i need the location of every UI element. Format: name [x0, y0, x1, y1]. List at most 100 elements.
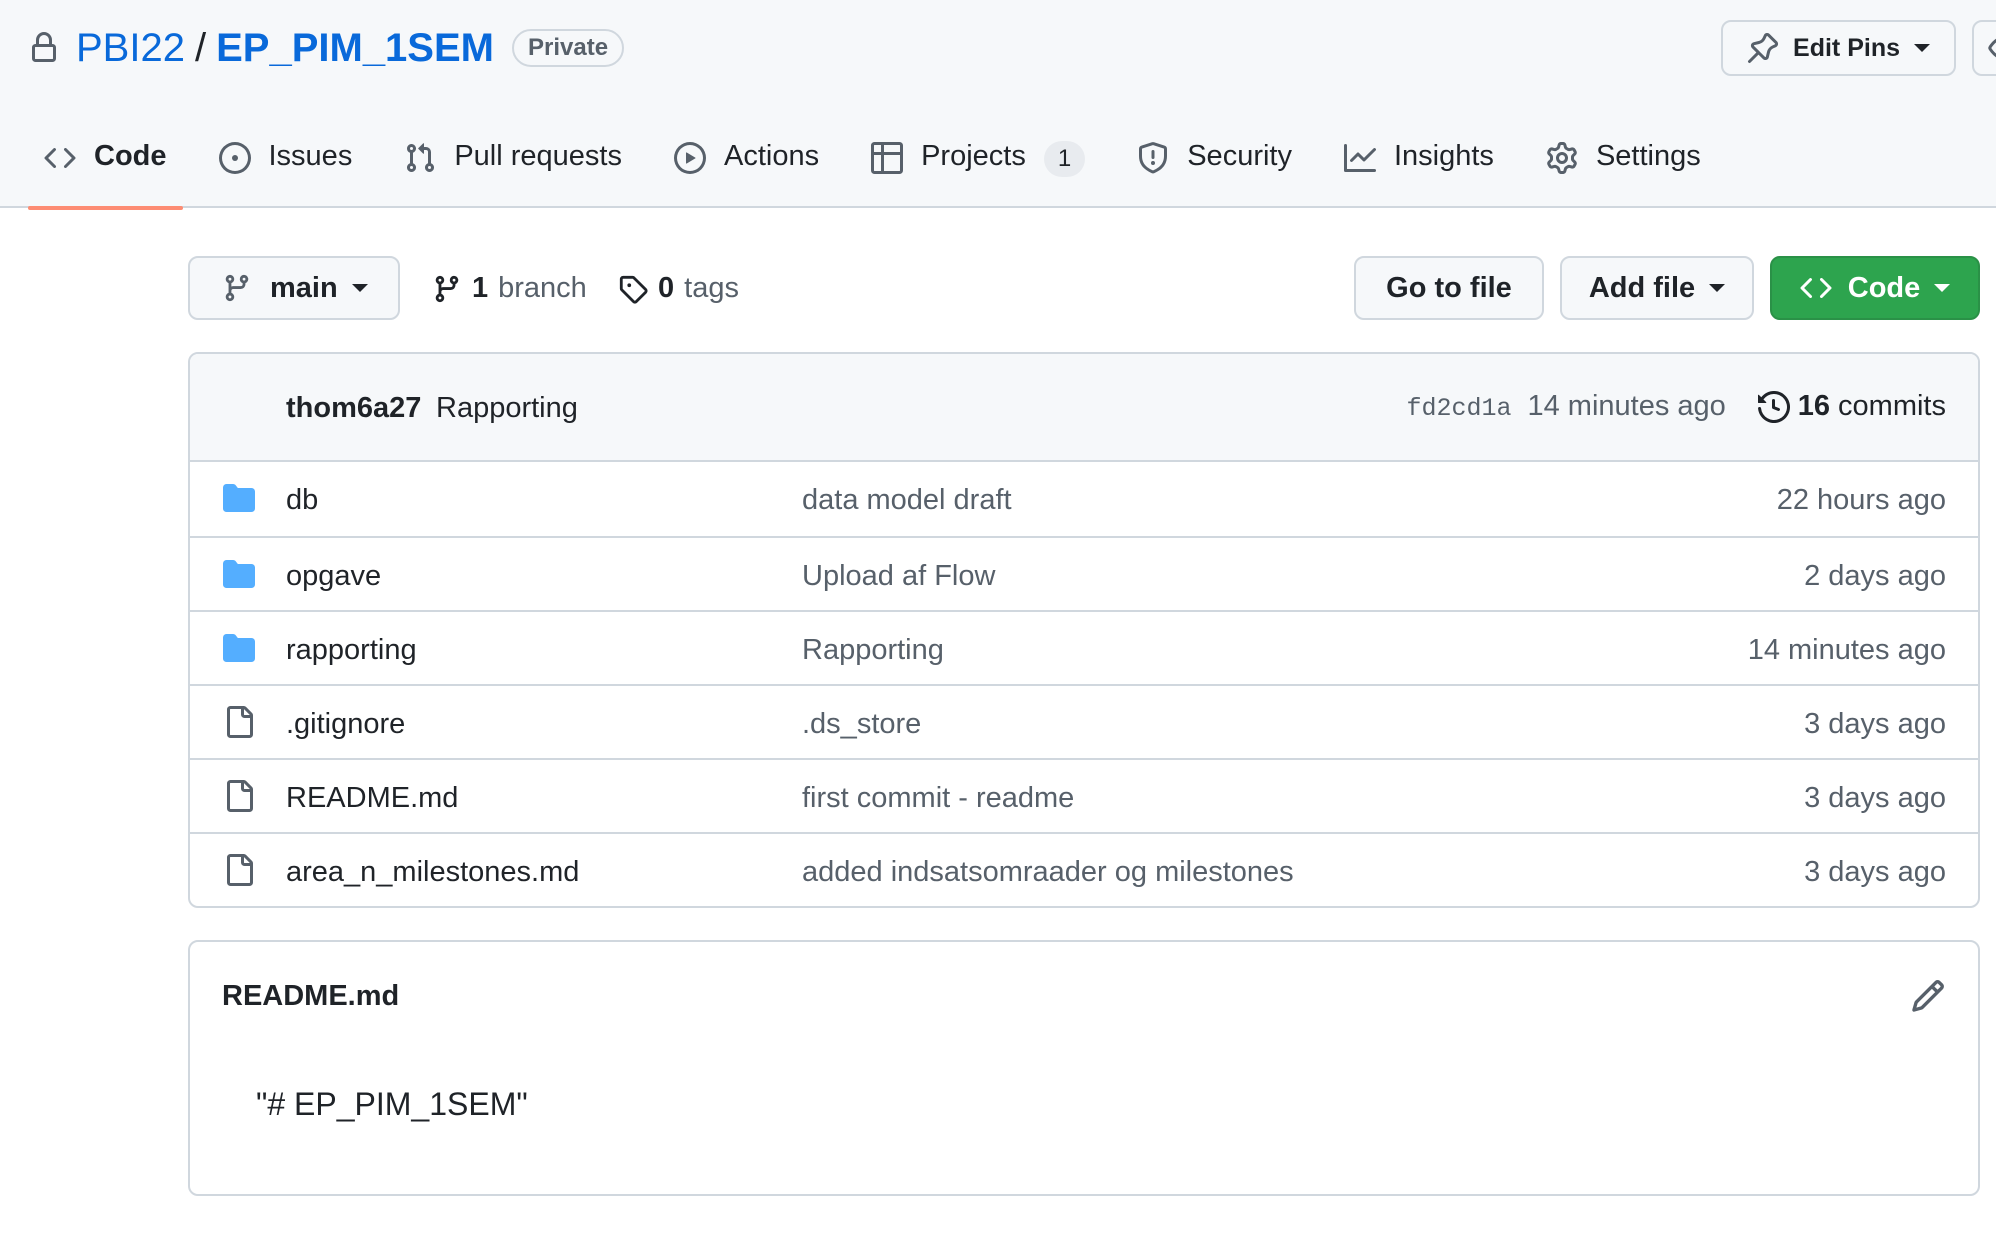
readme-panel: README.md "# EP_PIM_1SEM"	[188, 940, 1980, 1196]
folder-icon	[222, 632, 256, 664]
file-navigation: main 1 branch 0 tags Go to file Add file…	[188, 256, 1980, 320]
tab-label: Security	[1187, 140, 1292, 172]
tab-label: Issues	[268, 140, 353, 172]
latest-commit-bar: thom6a27 Rapporting fd2cd1a 14 minutes a…	[190, 354, 1978, 462]
tab-label: Pull requests	[454, 140, 622, 172]
commit-sha-link[interactable]: fd2cd1a	[1406, 394, 1511, 423]
tag-count: 0	[658, 272, 675, 304]
edit-pins-label: Edit Pins	[1793, 33, 1900, 62]
file-commit-link[interactable]: Rapporting	[802, 634, 944, 667]
tab-issues[interactable]: Issues	[203, 132, 369, 208]
tab-label: Code	[94, 140, 167, 172]
file-commit-link[interactable]: added indsatsomraader og milestones	[802, 856, 1294, 889]
commit-author-link[interactable]: thom6a27	[286, 392, 421, 425]
tag-icon	[618, 274, 648, 304]
file-row: area_n_milestones.md added indsatsomraad…	[190, 832, 1978, 906]
file-name-link[interactable]: README.md	[286, 782, 458, 815]
caret-down-icon	[351, 284, 368, 292]
tab-code[interactable]: Code	[28, 132, 183, 210]
code-icon	[1800, 272, 1832, 304]
file-icon	[222, 854, 256, 886]
branches-link[interactable]: 1 branch	[432, 272, 587, 305]
file-row: rapporting Rapporting 14 minutes ago	[190, 610, 1978, 684]
tab-pull-requests[interactable]: Pull requests	[388, 132, 638, 208]
file-name-link[interactable]: rapporting	[286, 634, 417, 667]
tab-label: Settings	[1595, 140, 1701, 172]
tab-label: Insights	[1393, 140, 1494, 172]
file-commit-link[interactable]: Upload af Flow	[802, 560, 995, 593]
readme-title-link[interactable]: README.md	[222, 980, 399, 1013]
file-row: README.md first commit - readme 3 days a…	[190, 758, 1978, 832]
commit-count: 16	[1797, 390, 1831, 422]
commit-message-link[interactable]: Rapporting	[436, 392, 578, 425]
branch-select-button[interactable]: main	[188, 256, 400, 320]
file-row: opgave Upload af Flow 2 days ago	[190, 536, 1978, 610]
add-file-label: Add file	[1588, 271, 1696, 304]
repo-tab-nav: Code Issues Pull requests Actions Projec…	[28, 132, 1737, 210]
file-row: db data model draft 22 hours ago	[190, 462, 1978, 536]
caret-down-icon	[1709, 284, 1726, 292]
file-icon	[222, 780, 256, 812]
history-icon	[1757, 390, 1790, 423]
git-pull-request-icon	[404, 142, 436, 174]
file-name-link[interactable]: db	[286, 484, 318, 517]
edit-pins-button[interactable]: Edit Pins	[1721, 20, 1956, 76]
code-button[interactable]: Code	[1770, 256, 1980, 320]
readme-content: "# EP_PIM_1SEM"	[256, 1086, 528, 1122]
file-icon	[222, 706, 256, 738]
tag-label: tags	[684, 272, 739, 304]
file-name-link[interactable]: area_n_milestones.md	[286, 856, 579, 889]
play-icon	[673, 142, 706, 174]
git-branch-icon	[222, 273, 252, 303]
repo-name-link[interactable]: EP_PIM_1SEM	[216, 26, 494, 71]
pin-icon	[1747, 32, 1779, 64]
gear-icon	[1546, 142, 1578, 174]
go-to-file-label: Go to file	[1386, 271, 1512, 304]
repo-title: PBI22 / EP_PIM_1SEM Private	[28, 20, 625, 76]
add-file-button[interactable]: Add file	[1560, 256, 1754, 320]
tab-settings[interactable]: Settings	[1530, 132, 1717, 208]
tab-label: Projects	[921, 140, 1026, 172]
projects-counter: 1	[1043, 141, 1086, 177]
tab-projects[interactable]: Projects 1	[855, 132, 1101, 208]
file-age: 14 minutes ago	[1747, 634, 1946, 666]
path-separator: /	[194, 25, 207, 70]
lock-icon	[28, 32, 60, 64]
file-commit-link[interactable]: .ds_store	[802, 708, 921, 741]
file-commit-link[interactable]: first commit - readme	[802, 782, 1074, 815]
header-actions: Edit Pins	[1721, 20, 1996, 76]
repo-header: PBI22 / EP_PIM_1SEM Private Edit Pins Co…	[0, 0, 1996, 210]
file-name-link[interactable]: .gitignore	[286, 708, 405, 741]
code-button-label: Code	[1847, 271, 1921, 304]
tab-insights[interactable]: Insights	[1328, 132, 1510, 208]
commit-label: commits	[1838, 390, 1946, 422]
tab-security[interactable]: Security	[1121, 132, 1308, 208]
watch-button[interactable]	[1972, 20, 1996, 76]
visibility-badge: Private	[511, 29, 625, 67]
tab-actions[interactable]: Actions	[658, 132, 835, 208]
pencil-icon[interactable]	[1910, 978, 1946, 1014]
file-name-link[interactable]: opgave	[286, 560, 381, 593]
shield-icon	[1137, 142, 1169, 174]
go-to-file-button[interactable]: Go to file	[1354, 256, 1544, 320]
graph-icon	[1343, 142, 1376, 174]
file-commit-link[interactable]: data model draft	[802, 484, 1012, 517]
branch-count: 1	[472, 272, 489, 304]
eye-icon	[1988, 32, 1996, 64]
file-age: 22 hours ago	[1776, 484, 1946, 516]
repo-owner-link[interactable]: PBI22	[76, 26, 185, 71]
file-list: thom6a27 Rapporting fd2cd1a 14 minutes a…	[188, 352, 1980, 908]
file-age: 3 days ago	[1804, 708, 1946, 740]
file-age: 3 days ago	[1804, 782, 1946, 814]
commit-time: 14 minutes ago	[1527, 390, 1726, 422]
commit-meta: fd2cd1a 14 minutes ago 16 commits	[1406, 390, 1946, 423]
commits-history-link[interactable]: 16 commits	[1757, 390, 1946, 423]
file-age: 2 days ago	[1804, 560, 1946, 592]
branch-name: main	[270, 271, 338, 304]
git-branch-icon	[432, 274, 462, 304]
folder-icon	[222, 558, 256, 590]
tags-link[interactable]: 0 tags	[618, 272, 739, 305]
caret-down-icon	[1914, 44, 1930, 52]
file-age: 3 days ago	[1804, 856, 1946, 888]
issue-opened-icon	[218, 142, 251, 174]
